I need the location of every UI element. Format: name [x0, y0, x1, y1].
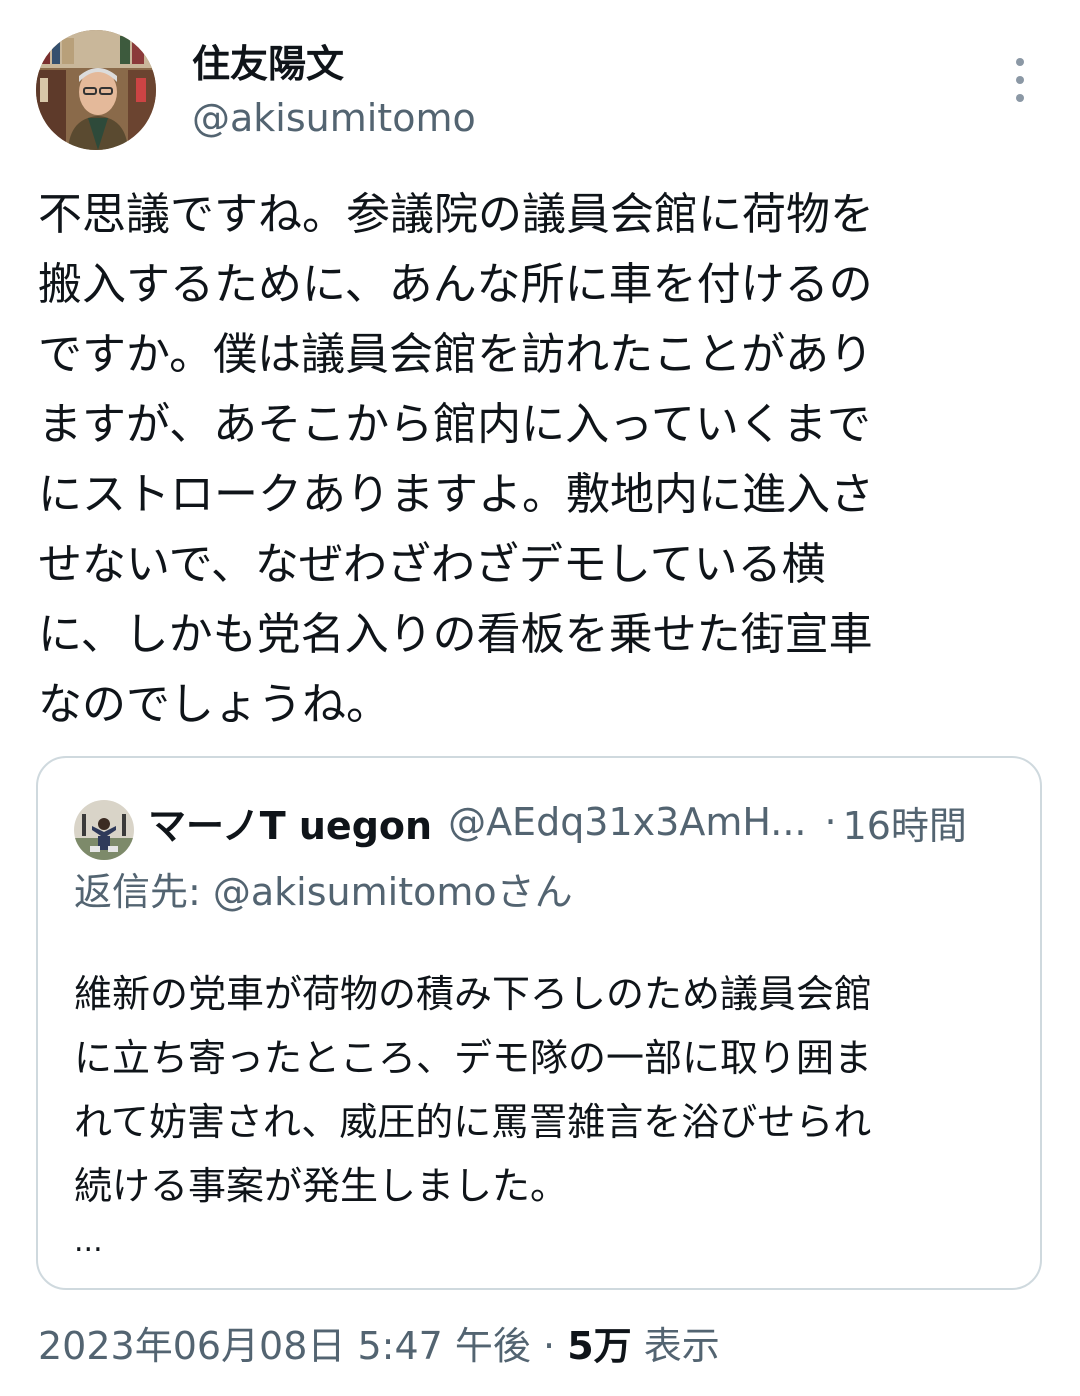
quoted-tweet-card[interactable]: マーノT uegon @AEdq31x3AmH... · 16時間 返信先: @… — [36, 756, 1042, 1290]
tweet-timestamp[interactable]: 2023年06月08日 5:47 午後 — [38, 1324, 531, 1368]
tweet-line: 不思議ですね。参議院の議員会館に荷物を — [38, 189, 874, 240]
quoted-header: マーノT uegon @AEdq31x3AmH... · 16時間 — [148, 796, 967, 848]
quoted-timestamp[interactable]: 16時間 — [843, 795, 967, 850]
quoted-text: 維新の党車が荷物の積み下ろしのため議員会館 に立ち寄ったところ、デモ隊の一部に取… — [74, 962, 1024, 1262]
tweet-line: にストロークありますよ。敷地内に進入さ — [38, 469, 874, 520]
quoted-ellipsis: ... — [74, 1224, 103, 1259]
quoted-line: 続ける事案が発生しました。 — [74, 1164, 569, 1208]
author-name[interactable]: 住友陽文 — [192, 40, 344, 88]
meta-separator: · — [543, 1324, 556, 1368]
tweet-text: 不思議ですね。参議院の議員会館に荷物を 搬入するために、あんな所に車を付けるの … — [38, 180, 1048, 740]
quoted-author-avatar[interactable] — [74, 800, 134, 860]
quoted-author-name[interactable]: マーノT uegon — [148, 795, 432, 850]
tweet-line: ますが、あそこから館内に入っていくまで — [38, 399, 871, 450]
tweet-line: ですか。僕は議員会館を訪れたことがあり — [38, 329, 874, 380]
quoted-line: れて妨害され、威圧的に罵詈雑言を浴びせられ — [74, 1100, 872, 1144]
author-avatar[interactable] — [36, 30, 156, 150]
tweet-line: なのでしょうね。 — [38, 679, 390, 730]
tweet-meta: 2023年06月08日 5:47 午後 · 5万 表示 — [38, 1318, 720, 1374]
quoted-separator: · — [824, 800, 837, 844]
views-label: 表示 — [643, 1324, 720, 1368]
more-vertical-icon[interactable] — [1008, 58, 1032, 102]
author-avatar-image — [36, 30, 156, 150]
quoted-avatar-image — [74, 800, 134, 860]
tweet-line: 搬入するために、あんな所に車を付けるの — [38, 259, 873, 310]
views-count[interactable]: 5万 — [567, 1324, 631, 1368]
quoted-line: に立ち寄ったところ、デモ隊の一部に取り囲ま — [74, 1036, 873, 1080]
quoted-reply-to[interactable]: 返信先: @akisumitomoさん — [74, 866, 573, 918]
tweet-line: せないで、なぜわざわざデモしている横 — [38, 539, 826, 590]
quoted-line: 維新の党車が荷物の積み下ろしのため議員会館 — [74, 972, 873, 1016]
tweet-line: に、しかも党名入りの看板を乗せた街宣車 — [38, 609, 873, 660]
quoted-author-handle[interactable]: @AEdq31x3AmH... — [448, 800, 806, 844]
author-handle[interactable]: @akisumitomo — [192, 94, 476, 142]
